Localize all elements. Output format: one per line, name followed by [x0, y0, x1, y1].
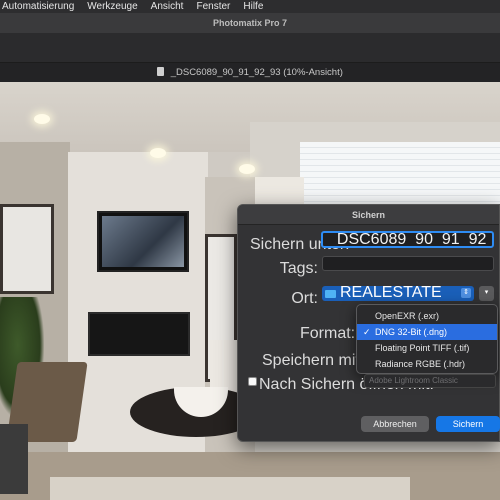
menu-automatisierung[interactable]: Automatisierung [2, 1, 74, 12]
folder-icon [325, 290, 336, 298]
ceiling-light [239, 164, 255, 174]
photo-tv [97, 211, 189, 272]
format-option-tif[interactable]: Floating Point TIFF (.tif) [357, 340, 497, 356]
chevron-updown-icon: ⇕ [461, 288, 471, 298]
save-size-label: Speichern mit Größe: [262, 352, 415, 369]
checkmark-icon: ✓ [363, 327, 371, 337]
format-option-dng[interactable]: ✓ DNG 32-Bit (.dng) [357, 324, 497, 340]
photo-rug [50, 477, 410, 500]
location-select[interactable]: REALESTATE ⇕ [322, 284, 474, 301]
expand-dialog-button[interactable]: ▾ [479, 286, 494, 301]
save-button[interactable]: Sichern [436, 416, 500, 432]
menu-werkzeuge[interactable]: Werkzeuge [87, 1, 137, 12]
format-dropdown-menu: OpenEXR (.exr) ✓ DNG 32-Bit (.dng) Float… [356, 304, 498, 374]
open-after-save-checkbox[interactable] [248, 377, 257, 386]
save-as-label: Sichern unter: [250, 236, 350, 253]
app-toolbar [0, 33, 500, 63]
cancel-button[interactable]: Abbrechen [361, 416, 429, 432]
save-as-field[interactable]: _DSC6089_90_91_92_93 [321, 231, 494, 248]
format-option-hdr[interactable]: Radiance RGBE (.hdr) [357, 356, 497, 372]
format-label: Format: [300, 325, 356, 342]
document-icon [157, 67, 165, 76]
dialog-title: Sichern [238, 205, 499, 225]
open-after-app-select[interactable]: Adobe Lightroom Classic [364, 374, 496, 388]
location-label: Ort: [291, 290, 318, 307]
menu-bar: Automatisierung Werkzeuge Ansicht Fenste… [0, 0, 500, 13]
menu-ansicht[interactable]: Ansicht [151, 1, 184, 12]
document-title: _DSC6089_90_91_92_93 (10%-Ansicht) [170, 67, 343, 78]
photo-stool [0, 424, 28, 494]
app-title: Photomatix Pro 7 [0, 13, 500, 33]
ceiling-light [150, 148, 166, 158]
menu-fenster[interactable]: Fenster [196, 1, 230, 12]
photo-tv-screen [102, 216, 184, 267]
screen: Automatisierung Werkzeuge Ansicht Fenste… [0, 0, 500, 500]
document-title-bar: _DSC6089_90_91_92_93 (10%-Ansicht) [0, 63, 500, 82]
photo-fireplace [88, 312, 190, 356]
format-option-exr[interactable]: OpenEXR (.exr) [357, 308, 497, 324]
format-option-dng-label: DNG 32-Bit (.dng) [375, 327, 448, 337]
tags-label: Tags: [279, 260, 318, 277]
location-value: REALESTATE [340, 284, 442, 301]
photo-frame [0, 204, 54, 294]
ceiling-light [34, 114, 50, 124]
menu-hilfe[interactable]: Hilfe [243, 1, 263, 12]
tags-field[interactable] [322, 256, 494, 271]
chevron-down-icon: ▾ [484, 289, 489, 296]
